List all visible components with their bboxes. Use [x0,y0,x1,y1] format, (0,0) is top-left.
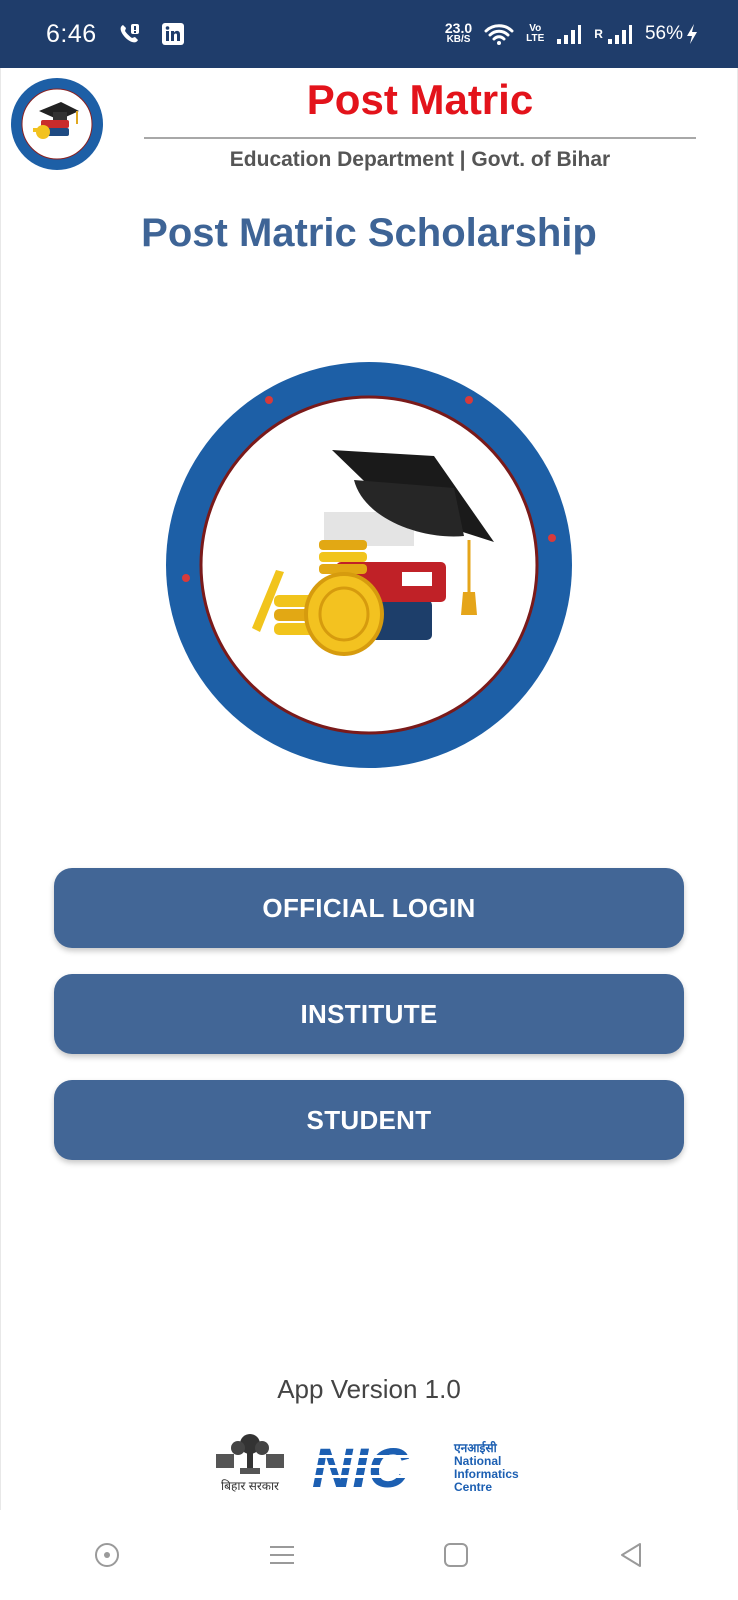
page-title: Post Matric Scholarship [141,211,597,255]
bihar-govt-logo: बिहार सरकार [200,1432,300,1494]
footer-logos: बिहार सरकार NIC एनआईसी National Informat… [200,1432,550,1494]
app-frame [0,68,738,1510]
network-speed-unit: KB/S [446,34,471,45]
home-nav-icon[interactable] [426,1525,486,1585]
back-nav-icon[interactable] [601,1525,661,1585]
header-title: Post Matric [306,76,534,123]
scholarship-portal-logo: Post Matric Education Department Bihar G… [164,360,574,770]
app-version: App Version 1.0 [277,1374,461,1404]
status-right: 23.0 KB/S Vo LTE R 56% [444,20,698,46]
wifi-icon [484,22,514,46]
nic-line3: Centre [454,1480,493,1494]
navigation-bar [0,1510,738,1600]
student-button[interactable]: STUDENT [54,1080,684,1160]
circle-nav-icon[interactable] [77,1525,137,1585]
status-left: 6:46 [46,20,185,49]
call-alert-icon [117,22,141,46]
institute-button[interactable]: INSTITUTE [54,974,684,1054]
nic-logo: NIC एनआईसी National Informatics Centre [312,1442,519,1494]
volte-bottom: LTE [526,33,545,44]
network-speed-value: 23.0 [444,20,473,36]
linkedin-icon [161,22,185,46]
battery-percent: 56% [644,23,683,44]
header-logo [9,76,105,172]
battery-charging-icon [686,23,698,45]
status-bar: 6:46 23.0 KB/S Vo LTE R 56% [0,0,738,68]
menu-nav-icon[interactable] [252,1525,312,1585]
official-login-button[interactable]: OFFICIAL LOGIN [54,868,684,948]
bihar-caption: बिहार सरकार [221,1479,279,1493]
header-subtitle: Education Department | Govt. of Bihar [229,148,611,171]
header-divider [144,137,696,139]
battery: 56% [645,23,698,45]
volte-indicator: Vo LTE [526,24,544,44]
signal-icon [607,23,633,45]
signal-icon [556,23,582,45]
status-time: 6:46 [46,19,97,48]
network-speed: 23.0 KB/S [444,20,473,46]
roaming-indicator: R [594,27,603,41]
